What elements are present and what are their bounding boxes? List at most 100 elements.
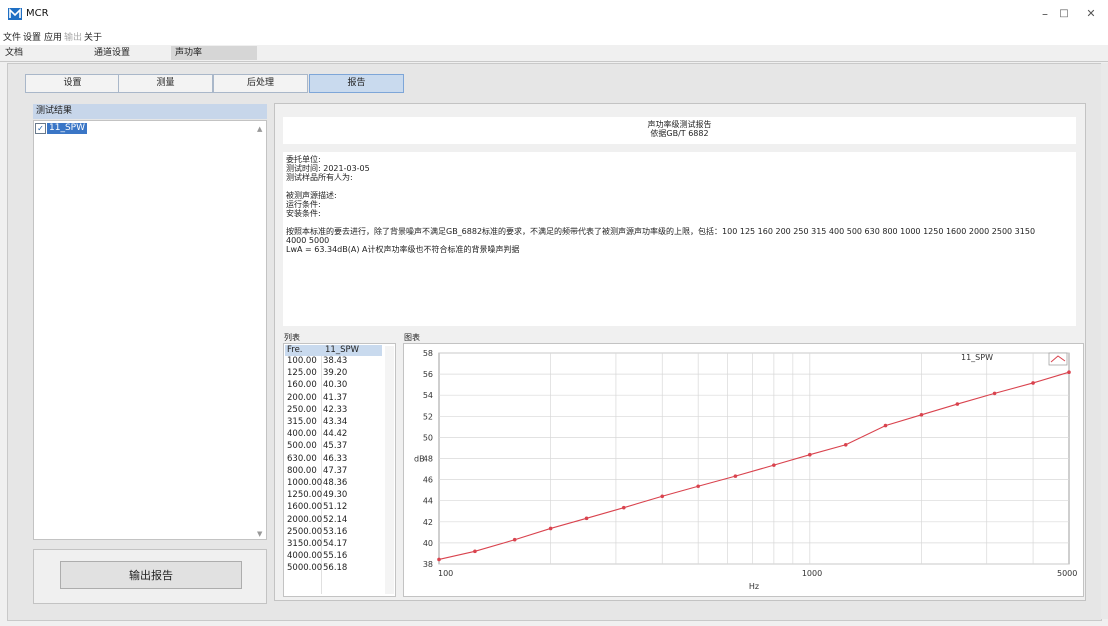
- table-cell-frequency: 1000.00: [287, 478, 323, 488]
- table-cell-value: 40.30: [323, 380, 348, 391]
- subtab-report[interactable]: 报告: [309, 74, 404, 93]
- app-title: MCR: [26, 8, 49, 19]
- table-cell-value: 47.37: [323, 465, 348, 476]
- table-cell-frequency: 2500.00: [287, 526, 323, 537]
- scroll-up-icon[interactable]: ▲: [257, 125, 262, 133]
- table-cell-value: 41.37: [323, 392, 348, 403]
- subtab-measurement[interactable]: 测量: [118, 74, 213, 93]
- data-point: [621, 505, 626, 510]
- result-item-label[interactable]: 11_SPW: [47, 123, 87, 134]
- close-button[interactable]: ✕: [1076, 4, 1106, 24]
- results-header: 测试结果: [33, 104, 267, 119]
- table-cell-frequency: 400.00: [287, 429, 317, 440]
- table-cell-value: 46.33: [323, 453, 348, 464]
- legend-label: 11_SPW: [961, 353, 993, 362]
- data-point: [437, 557, 441, 562]
- result-checkbox[interactable]: ✓: [35, 123, 46, 134]
- data-point: [473, 549, 477, 554]
- menu-file[interactable]: 文件: [3, 30, 21, 43]
- data-point: [883, 423, 888, 428]
- table-cell-value: 38.43: [323, 356, 348, 366]
- report-line: 委托单位:: [286, 155, 321, 164]
- tab-sound-power[interactable]: 声功率: [171, 46, 257, 60]
- data-point: [1067, 370, 1071, 375]
- table-cell-value: 53.16: [323, 526, 348, 537]
- table-cell-value: 54.17: [323, 539, 348, 549]
- y-tick-label: 56: [423, 370, 433, 379]
- report-header: 声功率级测试报告 依据GB/T 6882: [283, 117, 1076, 144]
- table-cell-value: 45.37: [323, 441, 348, 452]
- report-line: 4000 5000: [286, 236, 330, 245]
- menu-bar: [0, 28, 1108, 45]
- table-cell-frequency: 125.00: [287, 368, 317, 379]
- subtab-settings[interactable]: 设置: [25, 74, 120, 93]
- menu-settings[interactable]: 设置: [23, 30, 41, 43]
- report-line: [286, 182, 1073, 191]
- tab-document[interactable]: 文档: [1, 46, 78, 60]
- y-tick-label: 38: [423, 560, 433, 569]
- table-cell-frequency: 3150.00: [287, 539, 323, 549]
- table-cell-frequency: 4000.00: [287, 551, 323, 562]
- table-cell-value: 43.34: [323, 417, 348, 427]
- report-title: 声功率级测试报告: [647, 120, 712, 129]
- app-logo-icon: [8, 8, 22, 20]
- x-tick-label: 1000: [802, 569, 822, 578]
- table-cell-value: 51.12: [323, 502, 348, 513]
- table-cell-value: 55.16: [323, 551, 348, 562]
- sound-power-chart: 3840424446485052545658100 1000 5000HzdB11_…: [414, 349, 1077, 591]
- data-point: [660, 494, 665, 499]
- table-cell-value: 52.14: [323, 514, 348, 525]
- table-cell-frequency: 630.00: [287, 453, 317, 464]
- table-cell-value: 56.18: [323, 563, 348, 574]
- report-line: 测试时间: 2021-03-05: [286, 164, 370, 173]
- menu-about[interactable]: 关于: [84, 30, 102, 43]
- scroll-down-icon[interactable]: ▼: [257, 530, 262, 538]
- table-cell-value: 44.42: [323, 429, 348, 440]
- table-cell-frequency: 2000.00: [287, 514, 323, 525]
- table-cell-frequency: 100.00: [287, 356, 317, 366]
- table-scrollbar[interactable]: [385, 346, 394, 594]
- export-report-button[interactable]: 输出报告: [60, 561, 242, 589]
- tab-channel-settings[interactable]: 通道设置: [90, 46, 168, 60]
- data-point: [733, 474, 738, 478]
- table-label: 列表: [284, 333, 300, 342]
- side-collapse-strip[interactable]: [1101, 63, 1108, 619]
- data-point: [955, 402, 960, 406]
- x-axis-label: Hz: [749, 582, 759, 591]
- maximize-button[interactable]: □: [1049, 4, 1079, 24]
- x-tick-label: 100: [438, 569, 453, 578]
- report-line: 按照本标准的要去进行，除了背景噪声不满足GB_6882标准的要求，不满足的频带代…: [286, 227, 1036, 236]
- report-line: 安装条件:: [286, 209, 321, 218]
- table-cell-frequency: 1250.00: [287, 490, 323, 501]
- table-cell-frequency: 1600.00: [287, 502, 323, 513]
- menu-application[interactable]: 应用: [44, 30, 62, 43]
- y-tick-label: 46: [423, 476, 433, 485]
- menu-output[interactable]: 输出: [64, 30, 82, 43]
- table-header-series: 11_SPW: [325, 345, 359, 355]
- y-tick-label: 58: [423, 349, 433, 358]
- data-point: [992, 391, 997, 396]
- table-cell-frequency: 500.00: [287, 441, 317, 452]
- report-line: 运行条件:: [286, 200, 321, 209]
- data-point: [919, 413, 924, 417]
- data-point: [512, 537, 517, 542]
- table-cell-frequency: 5000.00: [287, 563, 323, 574]
- table-cell-value: 48.36: [323, 478, 348, 488]
- y-tick-label: 50: [423, 433, 433, 442]
- report-body[interactable]: 委托单位: 测试时间: 2021-03-05 测试样品所有人为: 被测声源描述: 运行条…: [283, 152, 1076, 326]
- data-point: [808, 452, 812, 457]
- report-line: [286, 218, 1073, 227]
- y-tick-label: 52: [423, 412, 433, 421]
- chart-label: 图表: [404, 333, 420, 342]
- x-tick-label: 5000: [1057, 569, 1077, 578]
- y-tick-label: 42: [423, 518, 433, 527]
- data-point: [584, 516, 589, 521]
- data-point: [1031, 381, 1035, 385]
- subtab-postprocess[interactable]: 后处理: [213, 74, 308, 93]
- table-cell-frequency: 315.00: [287, 417, 317, 427]
- y-tick-label: 44: [423, 497, 433, 506]
- data-point: [772, 463, 776, 467]
- data-point: [843, 442, 848, 447]
- legend-box: [1048, 352, 1068, 366]
- table-header-frequency: Fre.: [287, 345, 303, 355]
